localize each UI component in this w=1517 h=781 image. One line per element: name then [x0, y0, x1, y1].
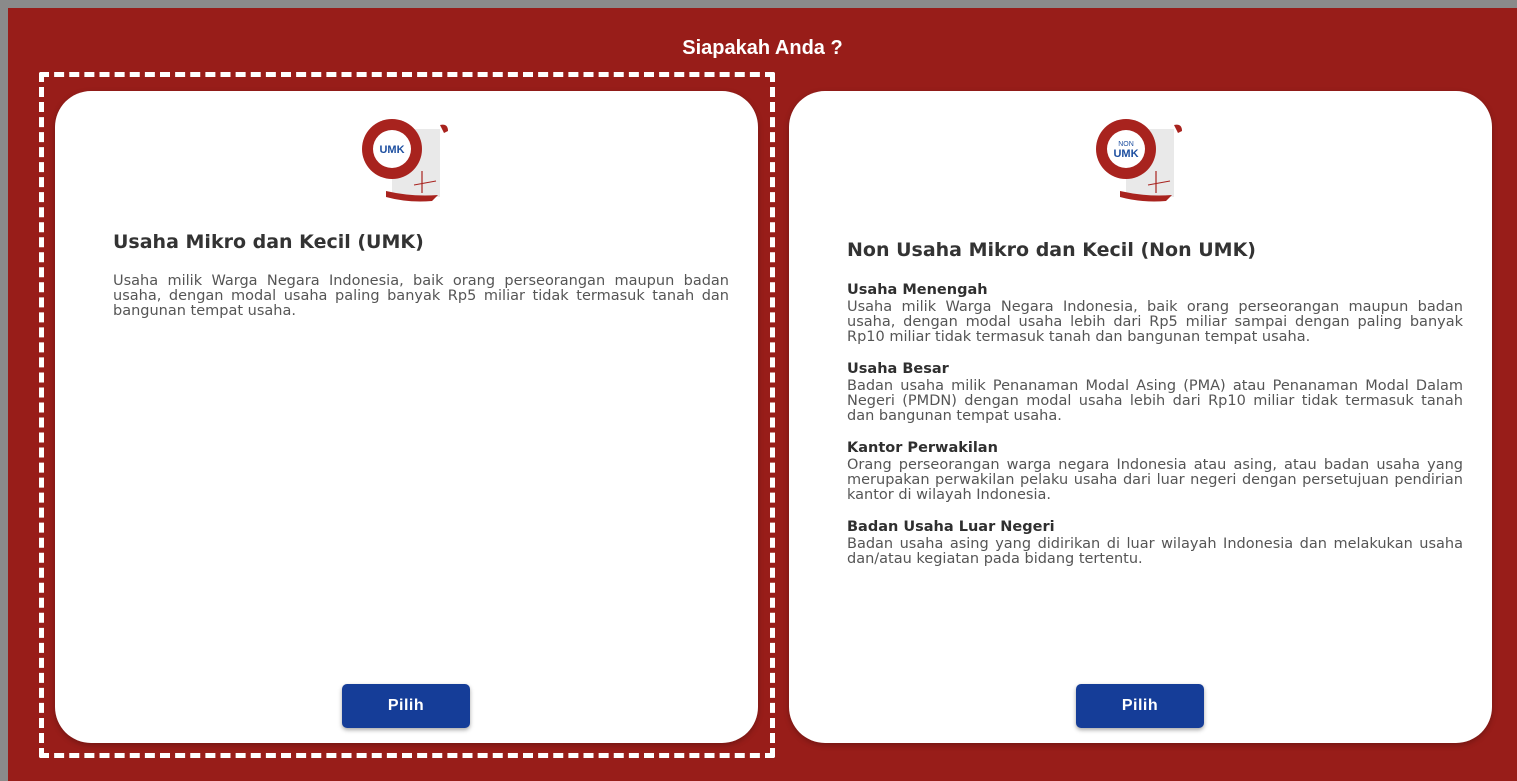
card-non-umk[interactable]: NON UMK Non Usaha Mikro dan Kecil (Non U… [789, 91, 1492, 743]
section-text: Badan usaha asing yang didirikan di luar… [847, 536, 1463, 567]
section-title: Usaha Besar [847, 361, 949, 377]
pilih-non-umk-button[interactable]: Pilih [1076, 684, 1204, 728]
card-umk-description: Usaha milik Warga Negara Indonesia, baik… [113, 273, 729, 319]
section-badan-usaha-luar-negeri: Badan Usaha Luar Negeri Badan usaha asin… [847, 519, 1463, 567]
section-text: Usaha milik Warga Negara Indonesia, baik… [847, 299, 1463, 345]
card-umk[interactable]: UMK Usaha Mikro dan Kecil (UMK) Usaha mi… [55, 91, 758, 743]
card-umk-heading: Usaha Mikro dan Kecil (UMK) [113, 231, 424, 253]
page-title: Siapakah Anda ? [682, 37, 843, 59]
card-non-umk-sections: Usaha Menengah Usaha milik Warga Negara … [847, 282, 1463, 583]
card-non-umk-heading: Non Usaha Mikro dan Kecil (Non UMK) [847, 239, 1256, 261]
section-kantor-perwakilan: Kantor Perwakilan Orang perseorangan war… [847, 440, 1463, 503]
section-usaha-besar: Usaha Besar Badan usaha milik Penanaman … [847, 361, 1463, 424]
selection-panel: Siapakah Anda ? UMK Usaha Mikro dan Keci… [8, 8, 1517, 781]
non-umk-logo-icon: NON UMK [1096, 119, 1182, 202]
svg-text:UMK: UMK [1113, 148, 1138, 160]
umk-logo-icon: UMK [362, 119, 448, 202]
pilih-umk-button[interactable]: Pilih [342, 684, 470, 728]
svg-text:NON: NON [1118, 141, 1134, 148]
svg-text:UMK: UMK [379, 144, 404, 156]
section-usaha-menengah: Usaha Menengah Usaha milik Warga Negara … [847, 282, 1463, 345]
section-title: Kantor Perwakilan [847, 440, 998, 456]
section-title: Badan Usaha Luar Negeri [847, 519, 1055, 535]
section-text: Badan usaha milik Penanaman Modal Asing … [847, 378, 1463, 424]
section-text: Orang perseorangan warga negara Indonesi… [847, 457, 1463, 503]
section-title: Usaha Menengah [847, 282, 988, 298]
